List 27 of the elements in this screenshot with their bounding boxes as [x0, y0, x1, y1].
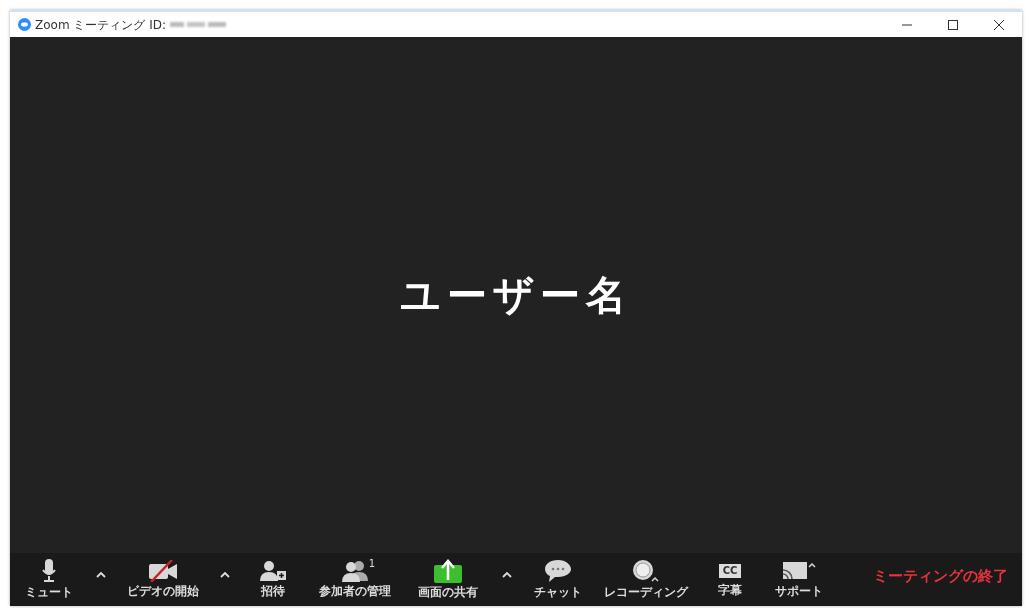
- end-meeting-button[interactable]: ミーティングの終了: [867, 564, 1014, 589]
- record-button[interactable]: レコーディング: [599, 557, 693, 602]
- share-screen-icon: [433, 559, 463, 584]
- mute-button[interactable]: ミュート: [18, 557, 80, 602]
- record-icon: [631, 559, 661, 584]
- invite-button[interactable]: 招待: [246, 558, 300, 601]
- caret-icon: [96, 572, 106, 579]
- maximize-icon: [948, 19, 958, 30]
- captions-button[interactable]: CC 字幕: [704, 559, 756, 600]
- cc-badge: CC: [718, 564, 742, 579]
- close-icon: [994, 19, 1004, 30]
- participant-count: 1: [368, 558, 375, 571]
- window-title: Zoom ミーティング ID:: [35, 16, 167, 34]
- participant-name: ユーザー名: [400, 271, 632, 320]
- add-person-icon: [260, 560, 286, 583]
- chat-button[interactable]: チャット: [528, 557, 588, 602]
- caret-icon: [220, 572, 230, 579]
- support-button[interactable]: サポート: [767, 558, 831, 601]
- app-logo-icon: [18, 18, 31, 31]
- microphone-icon: [42, 559, 56, 584]
- people-icon: [340, 560, 370, 583]
- speech-bubble-icon: [544, 559, 572, 584]
- camera-icon: [148, 560, 178, 583]
- caret-icon: [502, 572, 512, 579]
- start-video-button[interactable]: ビデオの開始: [122, 558, 204, 601]
- participants-button[interactable]: 1 参加者の管理: [311, 558, 399, 601]
- share-screen-button[interactable]: 画面の共有: [410, 557, 486, 602]
